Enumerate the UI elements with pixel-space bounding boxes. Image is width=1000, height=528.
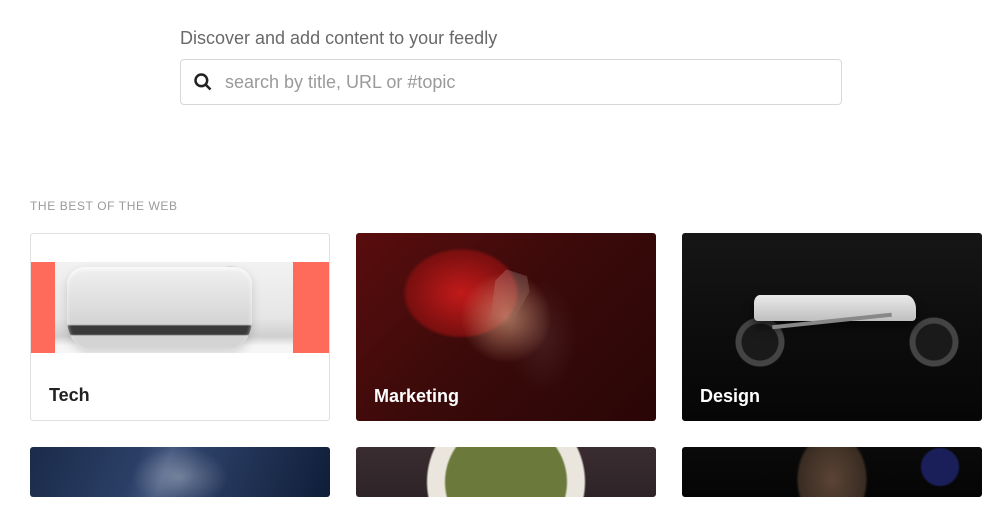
category-card[interactable]: [682, 447, 982, 497]
card-grid: Tech Marketing Design: [30, 233, 970, 421]
card-label: Marketing: [374, 386, 459, 407]
card-grid-row2: [30, 447, 970, 497]
card-thumbnail: [356, 447, 656, 497]
category-card[interactable]: [30, 447, 330, 497]
card-thumbnail: [30, 447, 330, 497]
card-label: Tech: [49, 385, 90, 406]
card-thumbnail: [682, 447, 982, 497]
category-card-design[interactable]: Design: [682, 233, 982, 421]
category-card-marketing[interactable]: Marketing: [356, 233, 656, 421]
search-heading: Discover and add content to your feedly: [180, 28, 842, 49]
section-heading: THE BEST OF THE WEB: [30, 199, 970, 213]
card-label: Design: [700, 386, 760, 407]
search-icon: [193, 72, 213, 92]
search-input[interactable]: [225, 72, 829, 93]
category-card-tech[interactable]: Tech: [30, 233, 330, 421]
search-box[interactable]: [180, 59, 842, 105]
category-card[interactable]: [356, 447, 656, 497]
